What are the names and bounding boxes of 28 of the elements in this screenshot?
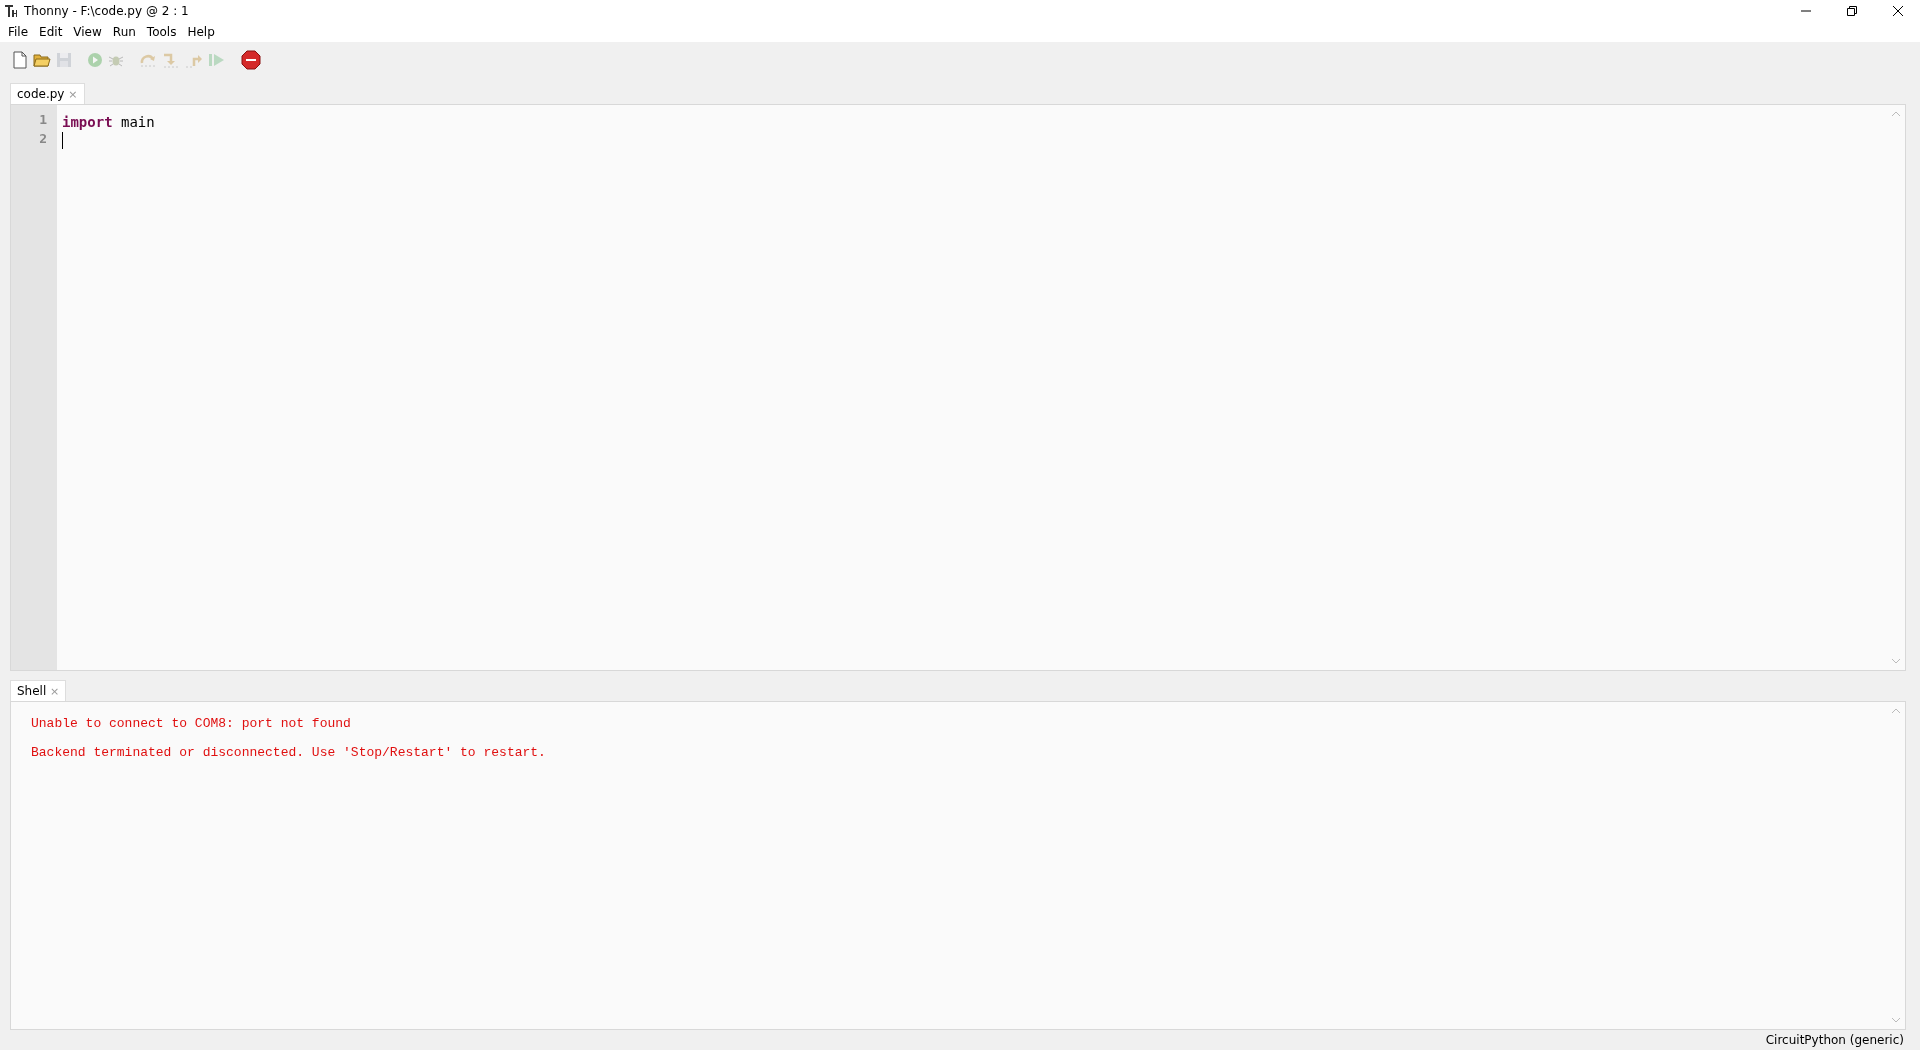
stop-sign-icon[interactable]: [241, 50, 261, 70]
app-logo-icon: [4, 4, 18, 18]
scroll-up-icon[interactable]: [1891, 708, 1901, 714]
shell-panel[interactable]: Unable to connect to COM8: port not found Backend terminated or disconnected. Use 'Stop/Restart' to restart.: [10, 701, 1906, 1030]
text-cursor: [62, 132, 63, 149]
menu-item[interactable]: File: [4, 25, 36, 39]
error-message: Unable to connect to COM8: port not found: [31, 716, 352, 731]
scroll-down-icon[interactable]: [1891, 1017, 1901, 1023]
line-number: 1: [38, 112, 48, 129]
restore-icon[interactable]: [1846, 5, 1858, 17]
menu-item[interactable]: Tools: [142, 25, 184, 39]
menu-item[interactable]: Edit: [35, 25, 70, 39]
window-title: Thonny - F:\code.py @ 2 : 1: [24, 4, 189, 18]
menu-item[interactable]: Run: [108, 25, 143, 39]
menu-item[interactable]: Help: [183, 25, 222, 39]
editor-tab[interactable]: code.py ×: [10, 83, 85, 104]
interpreter-label[interactable]: CircuitPython (generic): [1765, 1033, 1904, 1047]
new-file-icon[interactable]: [12, 51, 28, 69]
code-line: import main: [62, 113, 155, 130]
error-message: Backend terminated or disconnected. Use 'Stop/Restart' to restart.: [31, 745, 547, 760]
close-icon[interactable]: [1892, 5, 1904, 17]
menu-item[interactable]: View: [69, 25, 109, 39]
code-editor[interactable]: 1 2 import main: [10, 104, 1906, 671]
shell-tab[interactable]: Shell ×: [10, 680, 67, 701]
folder-icon[interactable]: [33, 52, 51, 68]
scroll-up-icon[interactable]: [1891, 111, 1901, 117]
line-number: 2: [38, 131, 48, 148]
scroll-down-icon[interactable]: [1891, 658, 1901, 664]
